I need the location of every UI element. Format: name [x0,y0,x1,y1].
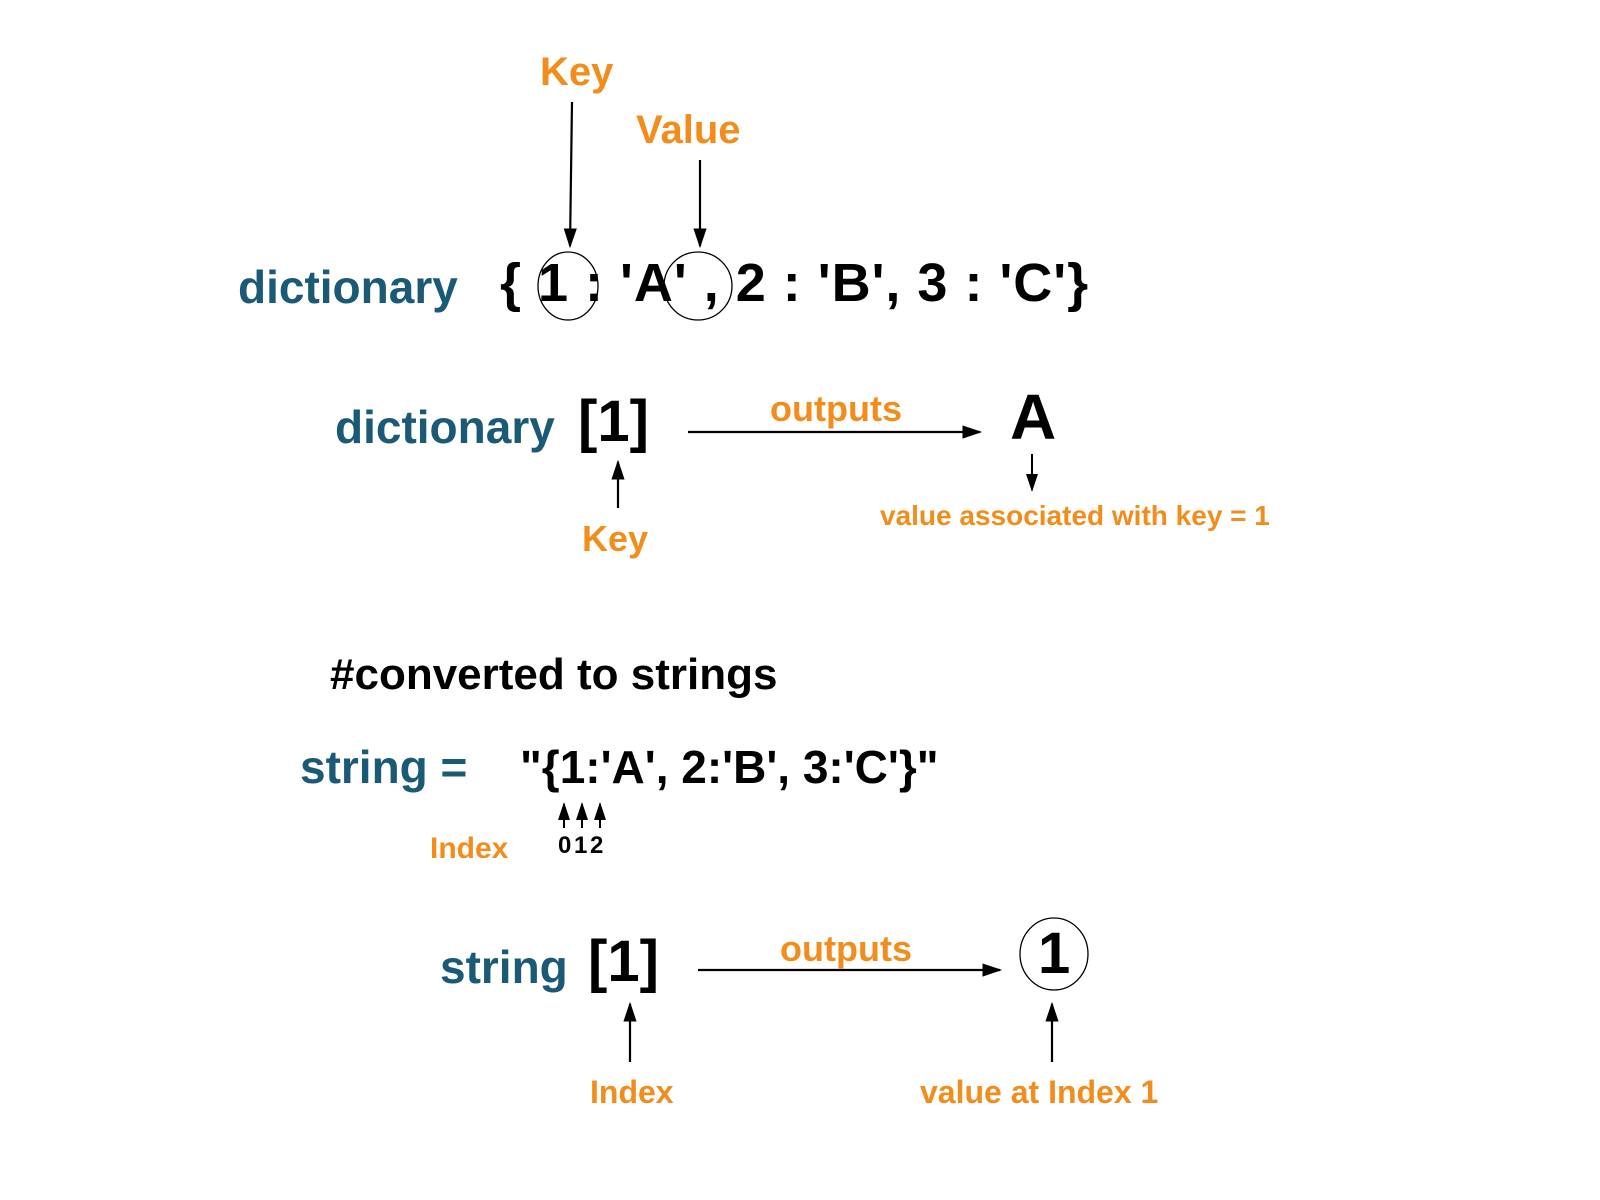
index-chars: 0 1 2 [558,832,601,860]
overlay-svg [0,0,1600,1200]
dict-literal: { 1 : 'A' , 2 : 'B', 3 : 'C'} [500,252,1089,314]
string-literal: "{1:'A', 2:'B', 3:'C'}" [520,740,939,794]
string-access-bracket: [1] [588,928,659,995]
label-value-at-index: value at Index 1 [920,1074,1158,1111]
label-outputs-2: outputs [780,928,912,970]
diagram-root: { "labels": { "key": "Key", "value": "Va… [0,0,1600,1200]
label-key-top: Key [540,50,613,95]
label-dictionary-access: dictionary [335,400,555,454]
label-outputs-1: outputs [770,388,902,430]
label-dictionary: dictionary [238,260,458,314]
label-key-bottom: Key [582,518,648,560]
label-value-assoc: value associated with key = 1 [880,500,1270,532]
dict-access-bracket: [1] [578,388,649,455]
label-string-access: string [440,940,568,994]
label-string-eq: string = [300,740,467,794]
label-index-2: Index [590,1074,674,1111]
comment: #converted to strings [330,650,777,700]
label-value-top: Value [636,108,741,153]
string-result-1: 1 [1038,920,1070,987]
label-index: Index [430,832,508,866]
dict-result-A: A [1010,380,1056,454]
